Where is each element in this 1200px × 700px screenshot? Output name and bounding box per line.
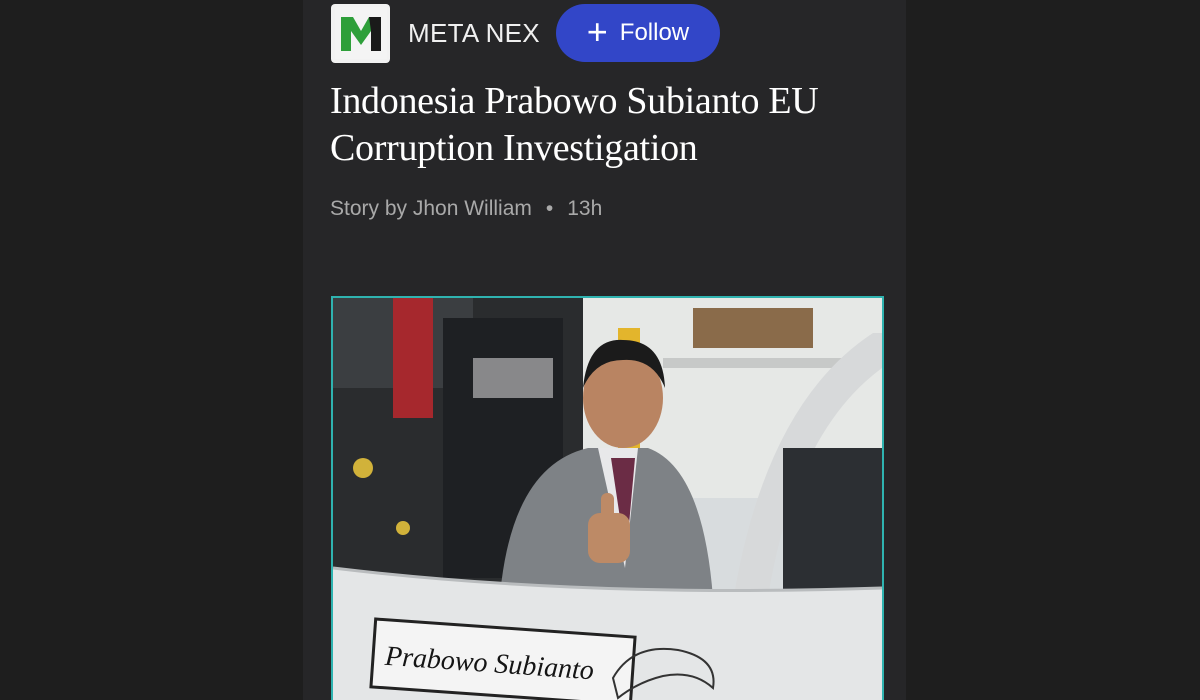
publisher-logo[interactable] (331, 3, 390, 63)
article-age: 13h (567, 197, 603, 220)
byline-separator: • (545, 197, 554, 220)
publisher-header: META NEX + Follow (331, 3, 720, 63)
article-byline: Story by Jhon William • 13h (330, 197, 602, 221)
publisher-name[interactable]: META NEX (408, 18, 540, 49)
follow-label: Follow (619, 19, 690, 46)
article-photo[interactable]: Prabowo Subianto (331, 296, 884, 700)
follow-button[interactable]: + Follow (555, 4, 720, 62)
plus-icon: + (586, 10, 608, 52)
meta-nex-logo-icon (334, 7, 387, 59)
cockpit-photo-illustration: Prabowo Subianto (333, 298, 882, 700)
page: META NEX + Follow Indonesia Prabowo Subi… (0, 0, 1200, 700)
article-headline: Indonesia Prabowo Subianto EU Corruption… (330, 80, 819, 169)
byline-author: Story by Jhon William (330, 197, 532, 220)
